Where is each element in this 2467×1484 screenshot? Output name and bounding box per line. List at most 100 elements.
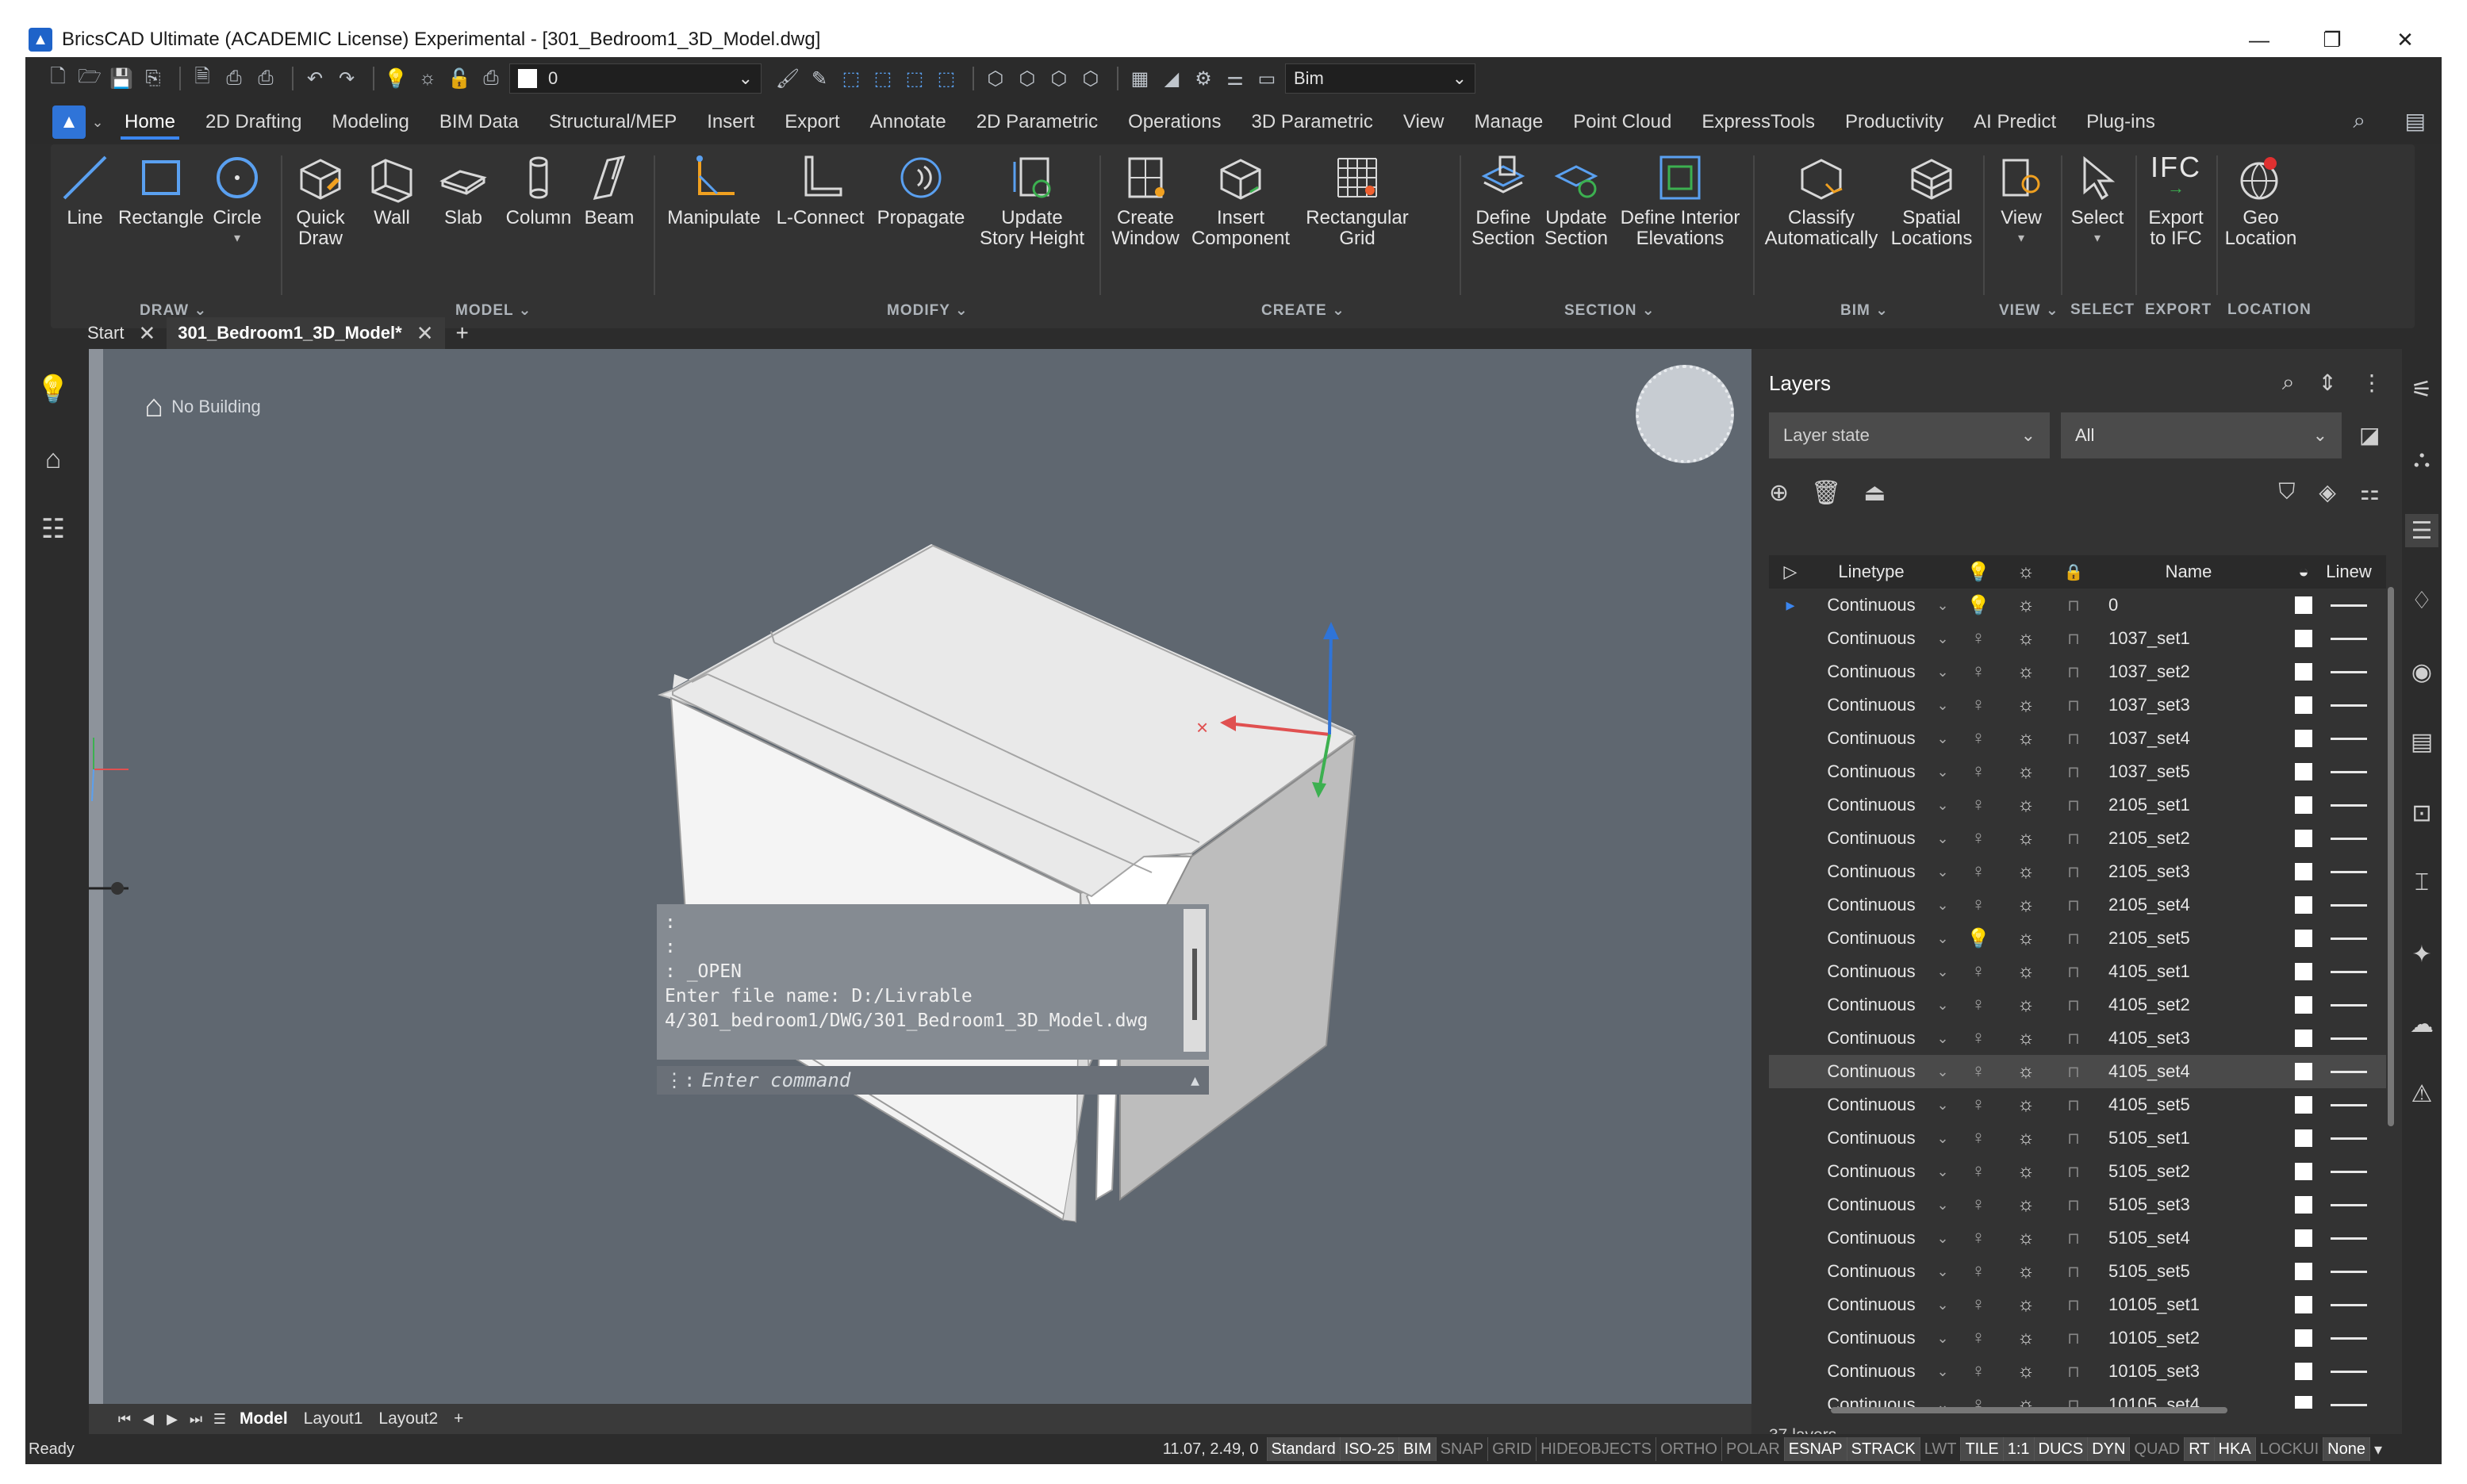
layer-freeze-sun-icon[interactable]: ☼ — [2002, 1194, 2050, 1216]
status-coordinates[interactable]: 11.07, 2.49, 0 — [1159, 1437, 1267, 1461]
layer-linetype[interactable]: Continuous — [1812, 595, 1931, 615]
layer-lineweight[interactable] — [2327, 1103, 2370, 1106]
layer-row[interactable]: Continuous ⌄ ♀ ☼ ⊓ 10105_set4 — [1769, 1388, 2386, 1409]
layer-color-swatch[interactable] — [2280, 1363, 2327, 1380]
chevron-down-icon[interactable]: ⌄ — [1931, 597, 1955, 614]
layer-name[interactable]: 4105_set2 — [2097, 995, 2280, 1015]
layer-on-bulb-icon[interactable]: ♀ — [1955, 1094, 2002, 1116]
layer-freeze-sun-icon[interactable]: ☼ — [2002, 1227, 2050, 1249]
layer-on-bulb-icon[interactable]: ♀ — [1955, 827, 2002, 849]
col-freeze-icon[interactable]: ☼ — [2002, 561, 2050, 583]
layer-freeze-sun-icon[interactable]: ☼ — [2002, 994, 2050, 1016]
add-layout-button[interactable]: + — [446, 1409, 471, 1428]
col-name[interactable]: Name — [2097, 562, 2280, 582]
layer-on-bulb-icon[interactable]: ♀ — [1955, 694, 2002, 716]
layer-lock-icon[interactable]: ⊓ — [2050, 895, 2097, 915]
insert-component-tool[interactable]: Insert Component — [1187, 148, 1295, 249]
doc-tab-start[interactable]: Start ✕ — [76, 317, 167, 349]
tab-structural-mep[interactable]: Structural/MEP — [534, 100, 692, 144]
slab-tool[interactable]: Slab — [432, 148, 495, 228]
layer-on-bulb-icon[interactable]: ♀ — [1955, 961, 2002, 983]
sheets-panel-icon[interactable]: ▤ — [2405, 725, 2438, 758]
layer-linetype[interactable]: Continuous — [1812, 1361, 1931, 1382]
warning-icon[interactable]: ⚠ — [2405, 1077, 2438, 1110]
layer-color-swatch[interactable] — [2280, 1129, 2327, 1147]
new-layer-icon[interactable]: ⊕ — [1769, 479, 1789, 507]
status-toggle-bim[interactable]: BIM — [1398, 1437, 1436, 1461]
layer-freeze-sun-icon[interactable]: ☼ — [2002, 1294, 2050, 1316]
command-history-scrollbar[interactable] — [1184, 909, 1206, 1052]
layer-name[interactable]: 5105_set2 — [2097, 1161, 2280, 1182]
layer-color-swatch[interactable] — [2280, 763, 2327, 780]
select-add-icon[interactable]: ⬚ — [869, 65, 896, 92]
layer-name[interactable]: 10105_set3 — [2097, 1361, 2280, 1382]
layer-lineweight[interactable] — [2327, 870, 2370, 873]
tab-modeling[interactable]: Modeling — [317, 100, 424, 144]
save-as-icon[interactable]: ⎘ — [140, 65, 167, 92]
structure-panel-icon[interactable]: ⛬ — [2405, 443, 2438, 476]
layer-lock-icon[interactable]: ⊓ — [2050, 829, 2097, 849]
column-tool[interactable]: Column — [503, 148, 574, 228]
layers-vertical-scrollbar[interactable] — [2388, 587, 2394, 1126]
layer-lineweight[interactable] — [2327, 604, 2370, 607]
update-section-tool[interactable]: Update Section — [1539, 148, 1613, 249]
filter-icon[interactable]: ⛉ — [2278, 479, 2295, 505]
layer-freeze-sun-icon[interactable]: ☼ — [2002, 627, 2050, 650]
wall-tool[interactable]: Wall — [360, 148, 424, 228]
layer-lock-icon[interactable]: ⊓ — [2050, 1095, 2097, 1115]
layer-lineweight[interactable] — [2327, 970, 2370, 973]
layer-settings-icon[interactable]: ⚏ — [2360, 479, 2380, 505]
layer-linetype[interactable]: Continuous — [1812, 995, 1931, 1015]
layer-lineweight[interactable] — [2327, 803, 2370, 807]
layer-lineweight[interactable] — [2327, 1203, 2370, 1206]
chevron-down-icon[interactable]: ⌄ — [1931, 730, 1955, 747]
manipulate-tool[interactable]: Manipulate — [660, 148, 768, 228]
layer-name[interactable]: 4105_set3 — [2097, 1028, 2280, 1049]
layer-lineweight[interactable] — [2327, 1003, 2370, 1007]
layer-color-swatch[interactable] — [2280, 663, 2327, 681]
chevron-down-icon[interactable]: ⌄ — [1931, 664, 1955, 681]
model-viewport[interactable]: ⌂ No Building × — [89, 349, 1751, 1404]
layer-on-bulb-icon[interactable]: ♀ — [1955, 1127, 2002, 1149]
col-transparency-icon[interactable]: ◒ — [2280, 562, 2327, 582]
layer-lock-icon[interactable]: ⊓ — [2050, 796, 2097, 815]
layer-name[interactable]: 5105_set3 — [2097, 1194, 2280, 1215]
close-icon[interactable]: ✕ — [416, 321, 434, 346]
rectangular-grid-tool[interactable]: Rectangular Grid — [1299, 148, 1415, 249]
layer-lineweight[interactable] — [2327, 903, 2370, 907]
properties-icon[interactable]: ▦ — [1126, 65, 1153, 92]
layer-on-bulb-icon[interactable]: ♀ — [1955, 1327, 2002, 1349]
tab-point-cloud[interactable]: Point Cloud — [1558, 100, 1686, 144]
update-story-height-tool[interactable]: Update Story Height — [974, 148, 1090, 249]
cloud-icon[interactable]: ☁ — [2405, 1007, 2438, 1041]
layer-row[interactable]: Continuous ⌄ ♀ ☼ ⊓ 5105_set4 — [1769, 1221, 2386, 1255]
application-menu-button[interactable]: ▲ — [52, 105, 86, 139]
status-toggle-strack[interactable]: STRACK — [1846, 1437, 1920, 1461]
layer-name[interactable]: 5105_set4 — [2097, 1228, 2280, 1248]
tab-export[interactable]: Export — [769, 100, 854, 144]
layer-color-swatch[interactable] — [2280, 930, 2327, 947]
tab-2d-drafting[interactable]: 2D Drafting — [190, 100, 317, 144]
layer-lock-icon[interactable]: ⊓ — [2050, 762, 2097, 782]
status-toggle-tile[interactable]: TILE — [1960, 1437, 2003, 1461]
layer-print-icon[interactable]: ⎙ — [478, 65, 505, 92]
layer-freeze-sun-icon[interactable]: ☼ — [2002, 694, 2050, 716]
chevron-down-icon[interactable]: ⌄ — [1931, 930, 1955, 947]
layer-lineweight[interactable] — [2327, 637, 2370, 640]
layer-name[interactable]: 0 — [2097, 595, 2280, 615]
layer-row[interactable]: Continuous ⌄ ♀ ☼ ⊓ 1037_set4 — [1769, 722, 2386, 755]
tab-2d-parametric[interactable]: 2D Parametric — [961, 100, 1113, 144]
chevron-down-icon[interactable]: ⌄ — [1931, 1230, 1955, 1247]
status-toggle-standard[interactable]: Standard — [1266, 1437, 1340, 1461]
status-toggle-rt[interactable]: RT — [2184, 1437, 2214, 1461]
layer-lock-icon[interactable]: ⊓ — [2050, 1229, 2097, 1248]
layer-color-swatch[interactable] — [2280, 1263, 2327, 1280]
layer-name[interactable]: 1037_set2 — [2097, 661, 2280, 682]
layer-row[interactable]: Continuous ⌄ ♀ ☼ ⊓ 2105_set3 — [1769, 855, 2386, 888]
3d-model[interactable]: × — [89, 349, 1751, 1404]
layer-freeze-sun-icon[interactable]: ☼ — [2002, 1327, 2050, 1349]
status-toggle-lwt[interactable]: LWT — [1919, 1437, 1961, 1461]
tab-expresstools[interactable]: ExpressTools — [1686, 100, 1830, 144]
search-icon[interactable]: ⌕ — [2282, 370, 2295, 396]
circle-tool[interactable]: Circle ▾ — [209, 148, 265, 249]
